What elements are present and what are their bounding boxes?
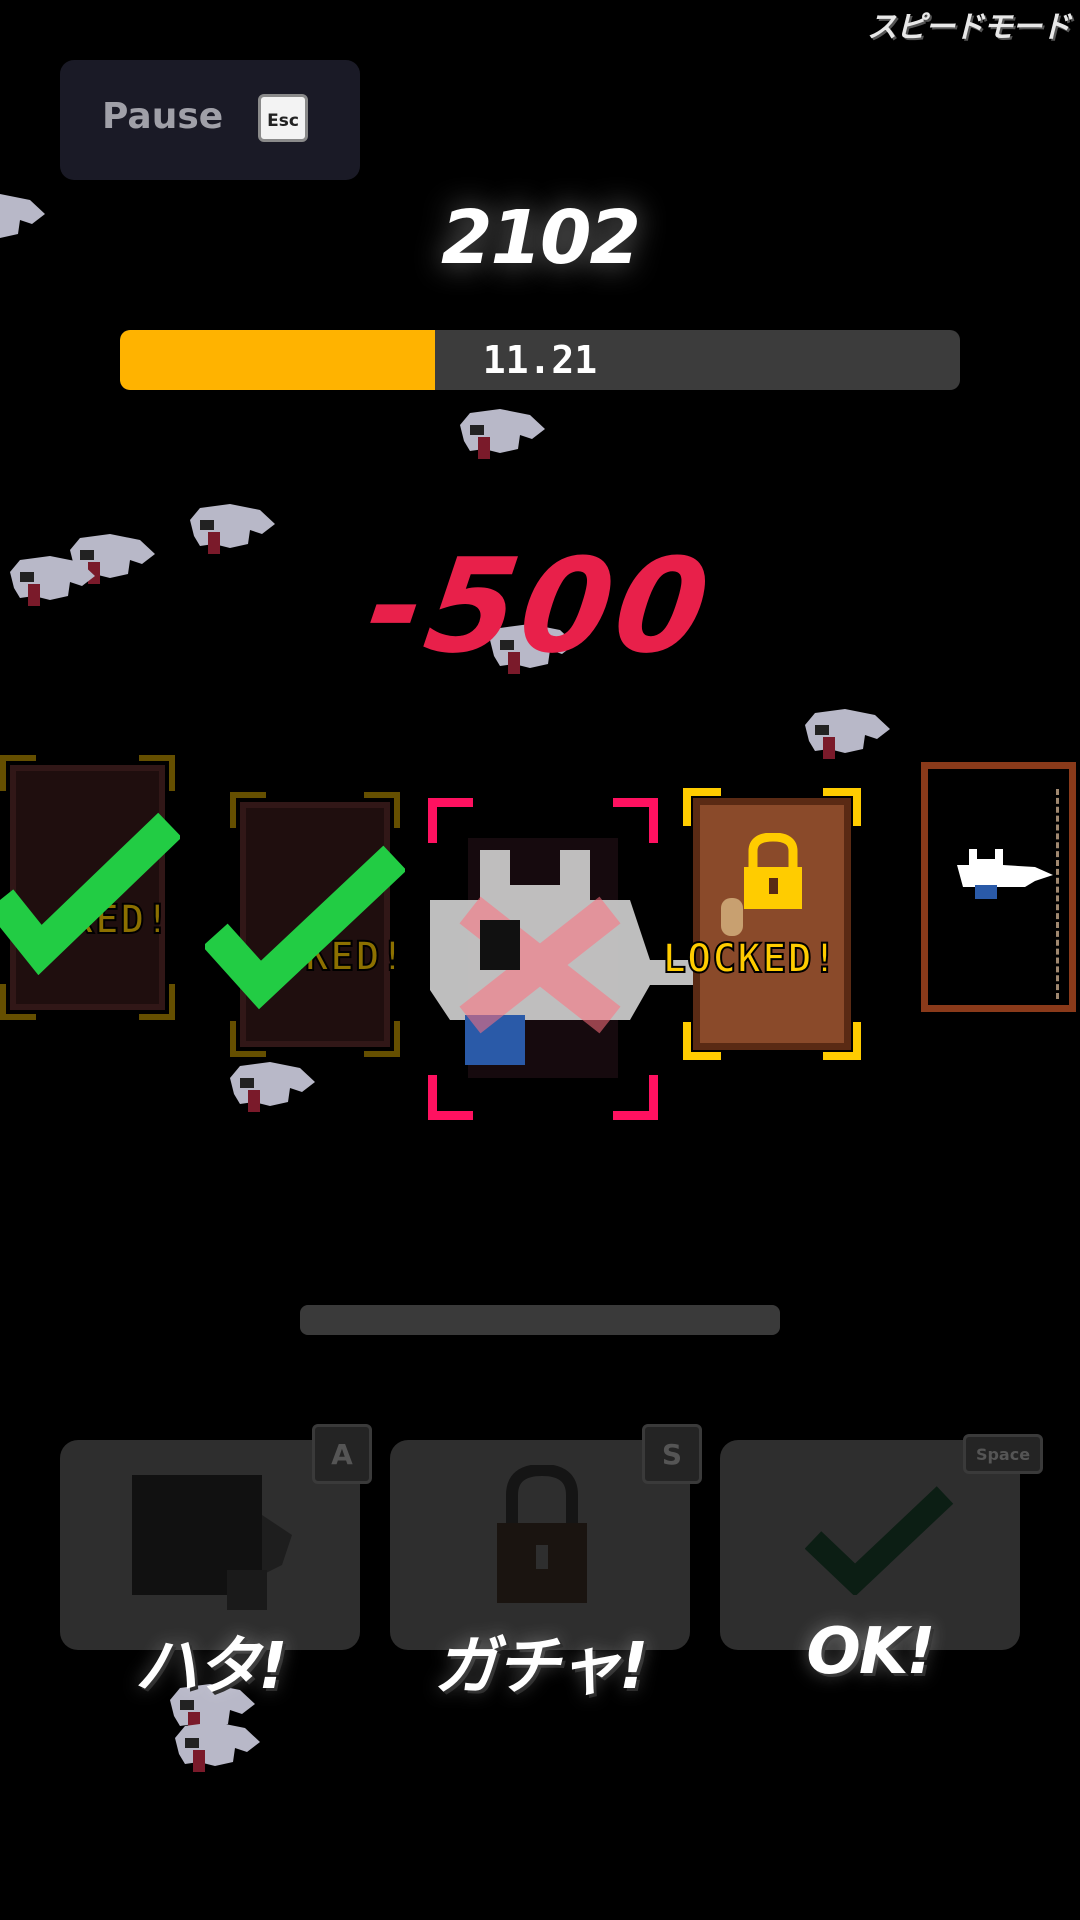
- ghost-icon: [0, 194, 45, 244]
- gacha-button[interactable]: S ガチャ!: [390, 1424, 702, 1704]
- hata-button[interactable]: A ハタ!: [60, 1424, 372, 1704]
- ok-label: OK!: [806, 1615, 935, 1689]
- locked-door[interactable]: [683, 788, 861, 1060]
- key-hint-space: Space: [963, 1434, 1043, 1474]
- hata-label: ハタ!: [134, 1630, 287, 1704]
- gacha-label: ガチャ!: [433, 1630, 649, 1704]
- ghost-icon: [460, 409, 545, 459]
- cat-icon: [957, 849, 1053, 899]
- key-hint-s: S: [642, 1424, 702, 1484]
- check-icon: [205, 845, 405, 1010]
- ghost-icon: [175, 1722, 260, 1772]
- penalty-value: -500: [358, 530, 722, 682]
- cat-icon: [430, 850, 695, 1065]
- ghost-icon: [805, 709, 890, 759]
- padlock-icon: [497, 1465, 587, 1603]
- locked-label: LOCKED!: [661, 935, 838, 983]
- ghost-icon: [230, 1062, 315, 1112]
- flag-icon: [132, 1475, 292, 1610]
- key-hint-a: A: [312, 1424, 372, 1484]
- progress-bar: [300, 1305, 780, 1335]
- ok-button[interactable]: Space OK!: [720, 1434, 1043, 1689]
- check-icon: [805, 1486, 954, 1595]
- doorknob: [721, 898, 743, 936]
- check-icon: [0, 812, 180, 975]
- padlock-icon: [744, 833, 802, 909]
